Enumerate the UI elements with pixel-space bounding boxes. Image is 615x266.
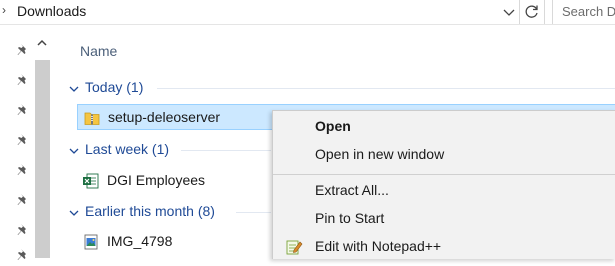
menu-separator <box>273 174 615 175</box>
group-divider <box>157 88 615 89</box>
file-name: setup-deleoserver <box>108 109 221 125</box>
pin-icon[interactable] <box>15 222 31 238</box>
group-header-today[interactable]: Today (1) <box>68 78 615 98</box>
group-label: Earlier this month (8) <box>85 203 215 219</box>
file-name: DGI Employees <box>107 172 206 188</box>
menu-item-label: Open in new window <box>315 146 445 162</box>
chevron-down-icon[interactable] <box>68 82 80 94</box>
menu-item-label: Open <box>315 118 351 134</box>
search-input[interactable]: Search D <box>552 0 615 24</box>
excel-icon <box>82 172 100 190</box>
group-divider <box>181 150 271 151</box>
chevron-down-icon[interactable] <box>68 144 80 156</box>
breadcrumb-chevron-icon[interactable]: › <box>2 3 6 17</box>
pin-icon[interactable] <box>15 162 31 178</box>
refresh-button[interactable] <box>519 0 545 24</box>
address-dropdown-icon[interactable] <box>500 2 518 22</box>
pin-icon[interactable] <box>15 132 31 148</box>
address-bar: › Downloads Search D <box>0 0 615 25</box>
breadcrumb-downloads[interactable]: Downloads <box>17 3 86 19</box>
image-icon <box>82 233 100 251</box>
menu-item-pin-to-start[interactable]: Pin to Start <box>273 206 615 232</box>
scroll-up-icon[interactable] <box>35 36 49 50</box>
pin-icon[interactable] <box>15 72 31 88</box>
refresh-icon <box>525 5 538 18</box>
file-name: IMG_4798 <box>107 233 173 249</box>
chevron-down-icon[interactable] <box>68 206 80 218</box>
menu-item-label: Extract All... <box>315 182 389 198</box>
group-label: Today (1) <box>85 79 144 95</box>
pin-icon[interactable] <box>15 102 31 118</box>
menu-item-label: Pin to Start <box>315 210 385 226</box>
menu-item-extract-all[interactable]: Extract All... <box>273 178 615 204</box>
group-divider <box>236 212 271 213</box>
menu-item-edit-with-notepad-plus-plus[interactable]: Edit with Notepad++ <box>273 234 615 260</box>
column-header-name[interactable]: Name <box>80 43 117 59</box>
context-menu: Open Open in new window Extract All... P… <box>272 110 615 259</box>
pin-icon[interactable] <box>15 192 31 208</box>
nav-scrollbar-thumb[interactable] <box>35 60 50 258</box>
group-header-last-week[interactable]: Last week (1) <box>68 140 278 160</box>
zip-folder-icon <box>83 109 101 127</box>
group-label: Last week (1) <box>85 141 170 157</box>
group-header-earlier-this-month[interactable]: Earlier this month (8) <box>68 202 278 222</box>
menu-item-open[interactable]: Open <box>273 114 615 140</box>
pin-icon[interactable] <box>15 42 31 58</box>
menu-item-open-in-new-window[interactable]: Open in new window <box>273 142 615 168</box>
pin-icon[interactable] <box>15 247 31 263</box>
search-placeholder: Search D <box>562 4 615 19</box>
notepad-plus-plus-icon <box>285 238 303 256</box>
menu-item-label: Edit with Notepad++ <box>315 238 442 254</box>
